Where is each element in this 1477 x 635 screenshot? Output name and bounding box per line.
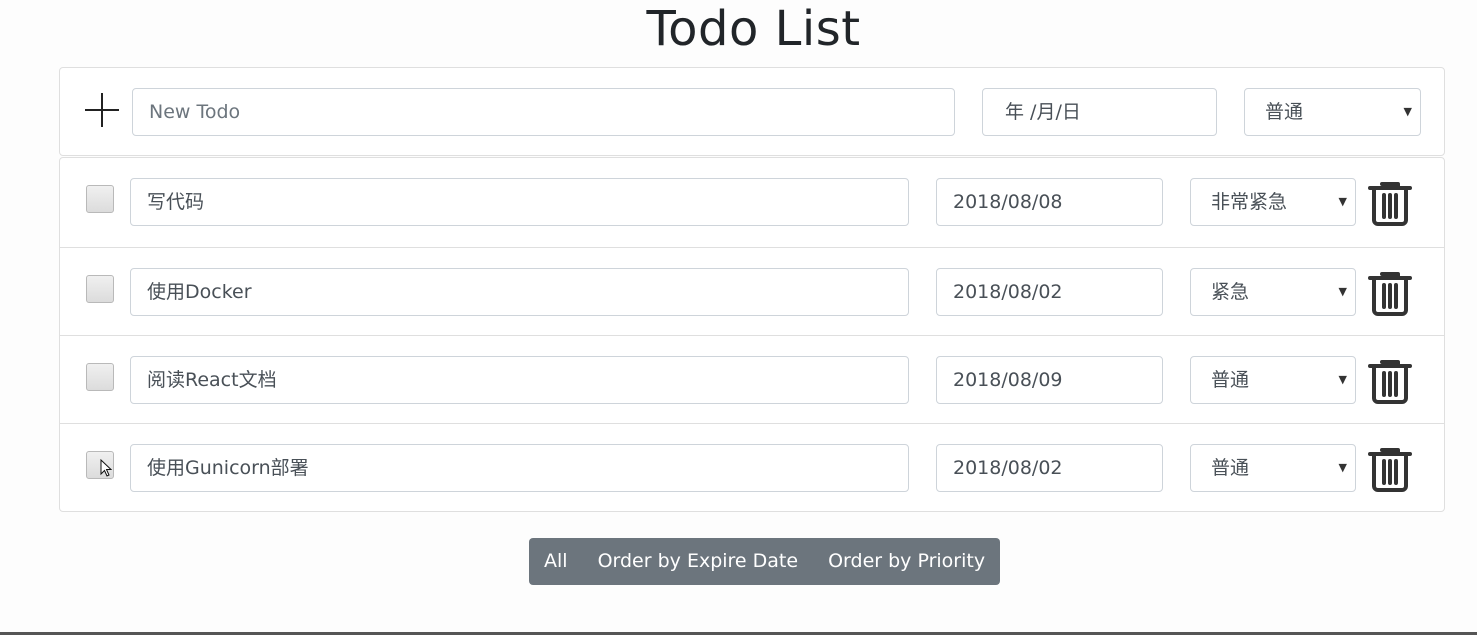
todo-priority-value: 紧急 bbox=[1211, 281, 1250, 303]
todo-row: 使用Docker 2018/08/02 紧急 ▼ bbox=[60, 247, 1444, 335]
todo-list: 写代码 2018/08/08 非常紧急 ▼ 使用Docker 2018/08/0… bbox=[59, 157, 1445, 512]
new-todo-priority-select[interactable]: 普通 ▼ bbox=[1244, 88, 1421, 136]
todo-checkbox[interactable] bbox=[86, 451, 114, 479]
new-todo-input[interactable] bbox=[132, 88, 955, 136]
todo-checkbox[interactable] bbox=[86, 275, 114, 303]
todo-date-field[interactable]: 2018/08/08 bbox=[936, 178, 1163, 226]
todo-date-field[interactable]: 2018/08/02 bbox=[936, 444, 1163, 492]
caret-down-icon: ▼ bbox=[1338, 461, 1347, 474]
todo-row: 写代码 2018/08/08 非常紧急 ▼ bbox=[60, 158, 1444, 246]
filter-all-button[interactable]: All bbox=[529, 538, 583, 585]
plus-icon[interactable] bbox=[85, 93, 119, 127]
todo-text-field[interactable]: 写代码 bbox=[130, 178, 909, 226]
todo-app: Todo List 年 /月/日 普通 ▼ 写代码 2018/08/08 非常紧… bbox=[0, 0, 1477, 635]
todo-row: 阅读React文档 2018/08/09 普通 ▼ bbox=[60, 335, 1444, 423]
filter-button-group: All Order by Expire Date Order by Priori… bbox=[529, 538, 1001, 585]
trash-icon[interactable] bbox=[1368, 270, 1412, 316]
todo-priority-select[interactable]: 紧急 ▼ bbox=[1190, 268, 1356, 316]
todo-date-field[interactable]: 2018/08/09 bbox=[936, 356, 1163, 404]
order-by-date-button[interactable]: Order by Expire Date bbox=[583, 538, 814, 585]
caret-down-icon: ▼ bbox=[1338, 373, 1347, 386]
todo-priority-value: 非常紧急 bbox=[1211, 191, 1288, 213]
todo-priority-value: 普通 bbox=[1211, 369, 1250, 391]
todo-priority-select[interactable]: 普通 ▼ bbox=[1190, 356, 1356, 404]
caret-down-icon: ▼ bbox=[1338, 195, 1347, 208]
mouse-cursor-icon bbox=[100, 459, 112, 477]
todo-text-field[interactable]: 阅读React文档 bbox=[130, 356, 909, 404]
todo-text-field[interactable]: 使用Docker bbox=[130, 268, 909, 316]
caret-down-icon: ▼ bbox=[1403, 105, 1412, 118]
todo-priority-select[interactable]: 普通 ▼ bbox=[1190, 444, 1356, 492]
new-todo-priority-value: 普通 bbox=[1265, 101, 1304, 123]
trash-icon[interactable] bbox=[1368, 358, 1412, 404]
todo-priority-select[interactable]: 非常紧急 ▼ bbox=[1190, 178, 1356, 226]
page-title: Todo List bbox=[646, 1, 861, 57]
trash-icon[interactable] bbox=[1368, 180, 1412, 226]
todo-checkbox[interactable] bbox=[86, 363, 114, 391]
new-todo-card: 年 /月/日 普通 ▼ bbox=[59, 67, 1445, 156]
todo-text-field[interactable]: 使用Gunicorn部署 bbox=[130, 444, 909, 492]
order-by-priority-button[interactable]: Order by Priority bbox=[813, 538, 1000, 585]
new-todo-date-field[interactable]: 年 /月/日 bbox=[982, 88, 1217, 136]
todo-row: 使用Gunicorn部署 2018/08/02 普通 ▼ bbox=[60, 423, 1444, 511]
caret-down-icon: ▼ bbox=[1338, 285, 1347, 298]
trash-icon[interactable] bbox=[1368, 446, 1412, 492]
todo-priority-value: 普通 bbox=[1211, 457, 1250, 479]
todo-date-field[interactable]: 2018/08/02 bbox=[936, 268, 1163, 316]
todo-checkbox[interactable] bbox=[86, 185, 114, 213]
